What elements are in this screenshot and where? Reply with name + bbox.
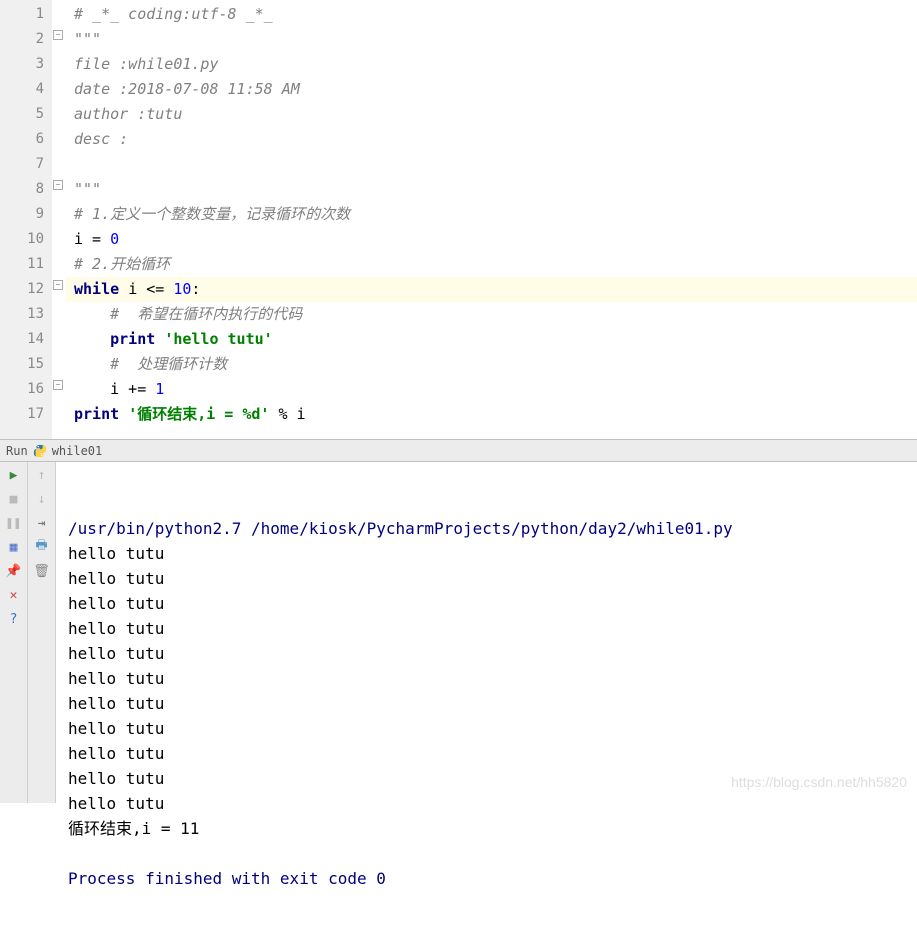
output-line: hello tutu <box>68 616 917 641</box>
line-gutter: 1234567891011121314151617 <box>0 0 52 439</box>
code-line[interactable]: """ <box>74 177 917 202</box>
code-line[interactable]: author :tutu <box>74 102 917 127</box>
watermark: https://blog.csdn.net/hh5820 <box>731 770 907 795</box>
line-number: 14 <box>0 327 44 352</box>
code-line[interactable]: print '循环结束,i = %d' % i <box>74 402 917 427</box>
output-line: hello tutu <box>68 691 917 716</box>
line-number: 6 <box>0 127 44 152</box>
fold-handle[interactable]: − <box>53 180 63 190</box>
code-line[interactable]: # 处理循环计数 <box>74 352 917 377</box>
code-line[interactable]: # 2.开始循环 <box>74 252 917 277</box>
code-line[interactable]: i = 0 <box>74 227 917 252</box>
exit-line: Process finished with exit code 0 <box>68 866 917 891</box>
line-number: 2 <box>0 27 44 52</box>
trash-button[interactable]: 🗑 <box>33 562 51 580</box>
code-line[interactable] <box>74 152 917 177</box>
fold-handle[interactable]: − <box>53 30 63 40</box>
stop-button[interactable]: ■ <box>5 490 23 508</box>
up-button[interactable]: ↑ <box>33 466 51 484</box>
line-number: 8 <box>0 177 44 202</box>
output-line: hello tutu <box>68 591 917 616</box>
line-number: 7 <box>0 152 44 177</box>
line-number: 15 <box>0 352 44 377</box>
down-button[interactable]: ↓ <box>33 490 51 508</box>
layout-button[interactable]: ▦ <box>5 538 23 556</box>
line-number: 17 <box>0 402 44 427</box>
output-line: hello tutu <box>68 541 917 566</box>
rerun-button[interactable]: ▶ <box>5 466 23 484</box>
command-line: /usr/bin/python2.7 /home/kiosk/PycharmPr… <box>68 516 917 541</box>
print-button[interactable]: 🖶 <box>33 538 51 556</box>
line-number: 11 <box>0 252 44 277</box>
close-button[interactable]: ✕ <box>5 586 23 604</box>
code-line[interactable]: date :2018-07-08 11:58 AM <box>74 77 917 102</box>
console-output[interactable]: /usr/bin/python2.7 /home/kiosk/PycharmPr… <box>56 462 917 803</box>
pause-button[interactable]: ❚❚ <box>5 514 23 532</box>
fold-handle[interactable]: − <box>53 280 63 290</box>
code-line[interactable]: i += 1 <box>74 377 917 402</box>
line-number: 16 <box>0 377 44 402</box>
code-line[interactable]: while i <= 10: <box>66 277 917 302</box>
output-line: hello tutu <box>68 641 917 666</box>
run-controls-column: ▶ ■ ❚❚ ▦ 📌 ✕ ? <box>0 462 28 803</box>
line-number: 12 <box>0 277 44 302</box>
fold-column: − − − − <box>52 0 66 439</box>
line-number: 9 <box>0 202 44 227</box>
run-toolbar: Run while01 <box>0 440 917 462</box>
line-number: 10 <box>0 227 44 252</box>
code-line[interactable]: print 'hello tutu' <box>74 327 917 352</box>
line-number: 5 <box>0 102 44 127</box>
line-number: 3 <box>0 52 44 77</box>
output-panel: ▶ ■ ❚❚ ▦ 📌 ✕ ? ↑ ↓ ⇥ 🖶 🗑 /usr/bin/python… <box>0 462 917 803</box>
code-line[interactable]: file :while01.py <box>74 52 917 77</box>
output-line: 循环结束,i = 11 <box>68 816 917 841</box>
output-line: hello tutu <box>68 716 917 741</box>
code-line[interactable]: desc : <box>74 127 917 152</box>
code-line[interactable]: # 1.定义一个整数变量，记录循环的次数 <box>74 202 917 227</box>
output-line: hello tutu <box>68 566 917 591</box>
code-area[interactable]: # _*_ coding:utf-8 _*_"""file :while01.p… <box>66 0 917 439</box>
code-line[interactable]: # _*_ coding:utf-8 _*_ <box>74 2 917 27</box>
help-button[interactable]: ? <box>5 610 23 628</box>
fold-handle[interactable]: − <box>53 380 63 390</box>
wrap-button[interactable]: ⇥ <box>33 514 51 532</box>
output-line: hello tutu <box>68 741 917 766</box>
code-editor[interactable]: 1234567891011121314151617 − − − − # _*_ … <box>0 0 917 440</box>
run-label: Run <box>6 444 28 458</box>
pin-button[interactable]: 📌 <box>5 562 23 580</box>
line-number: 1 <box>0 2 44 27</box>
run-config-name: while01 <box>52 444 103 458</box>
output-line: hello tutu <box>68 666 917 691</box>
line-number: 4 <box>0 77 44 102</box>
code-line[interactable]: # 希望在循环内执行的代码 <box>74 302 917 327</box>
code-line[interactable]: """ <box>74 27 917 52</box>
line-number: 13 <box>0 302 44 327</box>
python-icon <box>33 444 47 458</box>
console-controls-column: ↑ ↓ ⇥ 🖶 🗑 <box>28 462 56 803</box>
